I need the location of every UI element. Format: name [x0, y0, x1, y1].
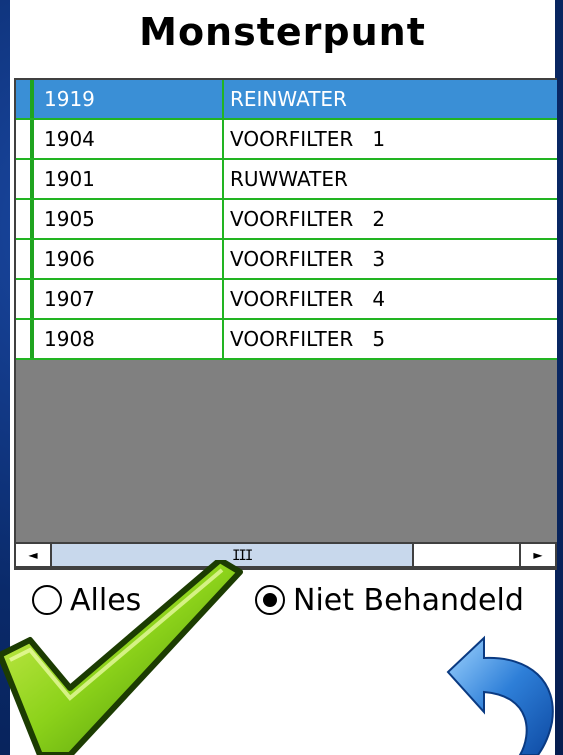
arrow-right-icon: ►	[533, 548, 543, 562]
cell-name: REINWATER	[230, 87, 347, 111]
row-selector[interactable]	[16, 200, 34, 238]
cell-code: 1901	[38, 160, 224, 198]
sample-point-grid[interactable]: 1919 REINWATER 1904 VOORFILTER 1 1901 RU…	[14, 78, 557, 570]
checkmark-icon[interactable]	[0, 560, 260, 755]
table-row[interactable]: 1907 VOORFILTER 4	[16, 280, 557, 320]
cell-code: 1905	[38, 200, 224, 238]
cell-name: VOORFILTER 1	[230, 127, 386, 151]
cell-code: 1904	[38, 120, 224, 158]
undo-arrow-icon[interactable]	[440, 630, 560, 755]
cell-code: 1907	[38, 280, 224, 318]
row-selector[interactable]	[16, 120, 34, 158]
radio-niet-behandeld-label: Niet Behandeld	[293, 582, 524, 618]
row-selector[interactable]	[16, 80, 34, 118]
cell-code: 1919	[38, 80, 224, 118]
table-row[interactable]: 1908 VOORFILTER 5	[16, 320, 557, 360]
cell-name: VOORFILTER 2	[230, 207, 386, 231]
radio-niet-behandeld[interactable]: Niet Behandeld	[255, 580, 524, 620]
cell-code: 1908	[38, 320, 224, 358]
table-row[interactable]: 1901 RUWWATER	[16, 160, 557, 200]
table-row[interactable]: 1904 VOORFILTER 1	[16, 120, 557, 160]
cell-name: VOORFILTER 4	[230, 287, 386, 311]
scroll-right-button[interactable]: ►	[519, 544, 555, 566]
table-row[interactable]: 1905 VOORFILTER 2	[16, 200, 557, 240]
row-selector[interactable]	[16, 280, 34, 318]
cell-name: VOORFILTER 5	[230, 327, 386, 351]
row-selector[interactable]	[16, 160, 34, 198]
row-selector[interactable]	[16, 240, 34, 278]
row-selector[interactable]	[16, 320, 34, 358]
table-row[interactable]: 1919 REINWATER	[16, 80, 557, 120]
table-row[interactable]: 1906 VOORFILTER 3	[16, 240, 557, 280]
cell-code: 1906	[38, 240, 224, 278]
cell-name: VOORFILTER 3	[230, 247, 386, 271]
cell-name: RUWWATER	[230, 167, 348, 191]
page-title: Monsterpunt	[139, 10, 426, 54]
